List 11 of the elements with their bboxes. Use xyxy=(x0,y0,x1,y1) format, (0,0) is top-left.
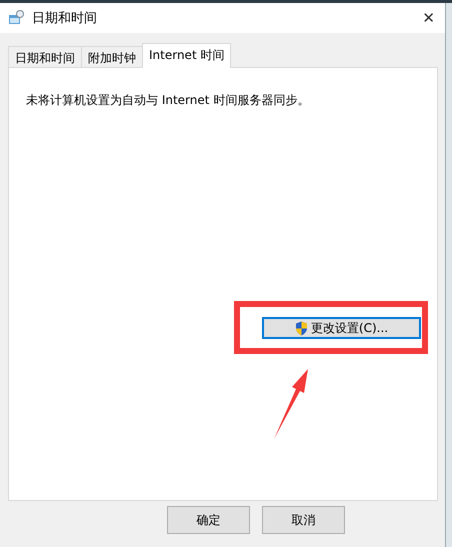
change-settings-button[interactable]: 更改设置(C)... xyxy=(262,317,421,339)
cancel-button[interactable]: 取消 xyxy=(262,506,345,534)
tab[interactable]: 日期和时间 xyxy=(8,46,82,68)
window-title: 日期和时间 xyxy=(32,10,98,27)
calendar-clock-icon xyxy=(8,10,24,26)
close-button[interactable]: ✕ xyxy=(422,9,435,27)
annotation-arrow xyxy=(274,369,308,439)
ok-button[interactable]: 确定 xyxy=(167,506,250,534)
shield-icon xyxy=(294,320,308,336)
tab[interactable]: Internet 时间 xyxy=(142,43,232,68)
status-message: 未将计算机设置为自动与 Internet 时间服务器同步。 xyxy=(26,92,310,109)
